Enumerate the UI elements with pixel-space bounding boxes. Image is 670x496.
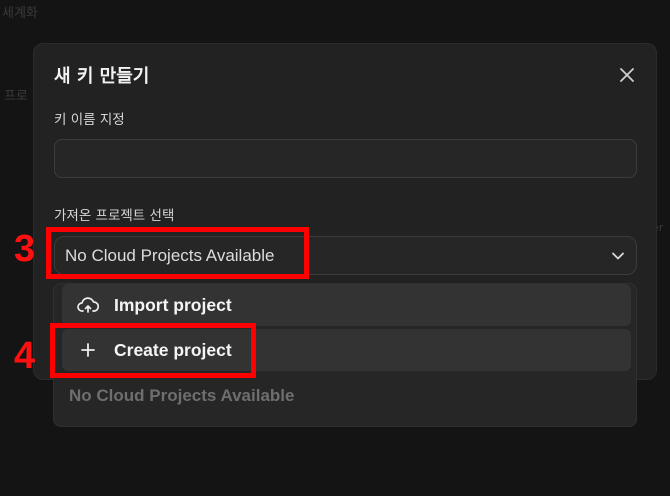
annotation-number-4: 4 (14, 335, 36, 377)
dialog-title: 새 키 만들기 (54, 66, 150, 87)
import-project-item[interactable]: Import project (62, 284, 631, 326)
key-name-input[interactable] (54, 139, 637, 178)
annotation-number-3: 3 (14, 228, 36, 270)
annotation-box-3 (46, 227, 309, 279)
close-button[interactable] (616, 64, 638, 86)
background-text: 세계화 (2, 6, 38, 21)
background-text: 프로 (4, 89, 28, 104)
chevron-down-icon (612, 252, 624, 260)
import-project-label: Import project (114, 294, 232, 315)
cloud-upload-icon (77, 297, 99, 313)
key-name-label: 키 이름 지정 (54, 112, 125, 128)
project-select-label: 가져온 프로젝트 선택 (54, 208, 175, 224)
empty-projects-message: No Cloud Projects Available (69, 386, 295, 405)
annotation-box-4 (50, 323, 256, 378)
close-icon (620, 68, 634, 82)
